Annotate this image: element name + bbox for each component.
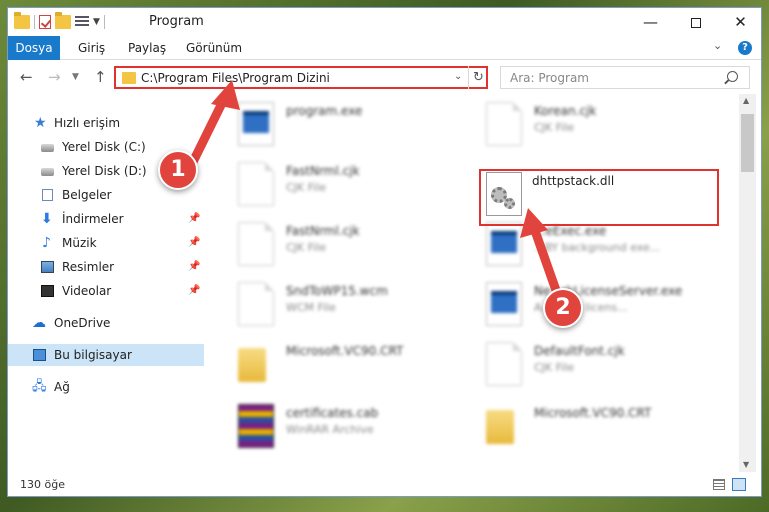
step-badge-1: 1	[158, 150, 198, 190]
arrow-shaft	[528, 220, 563, 301]
arrow-head	[520, 208, 548, 238]
annotation-arrow-1	[185, 80, 563, 301]
arrow-head	[211, 80, 240, 110]
step-badge-2: 2	[543, 288, 583, 328]
